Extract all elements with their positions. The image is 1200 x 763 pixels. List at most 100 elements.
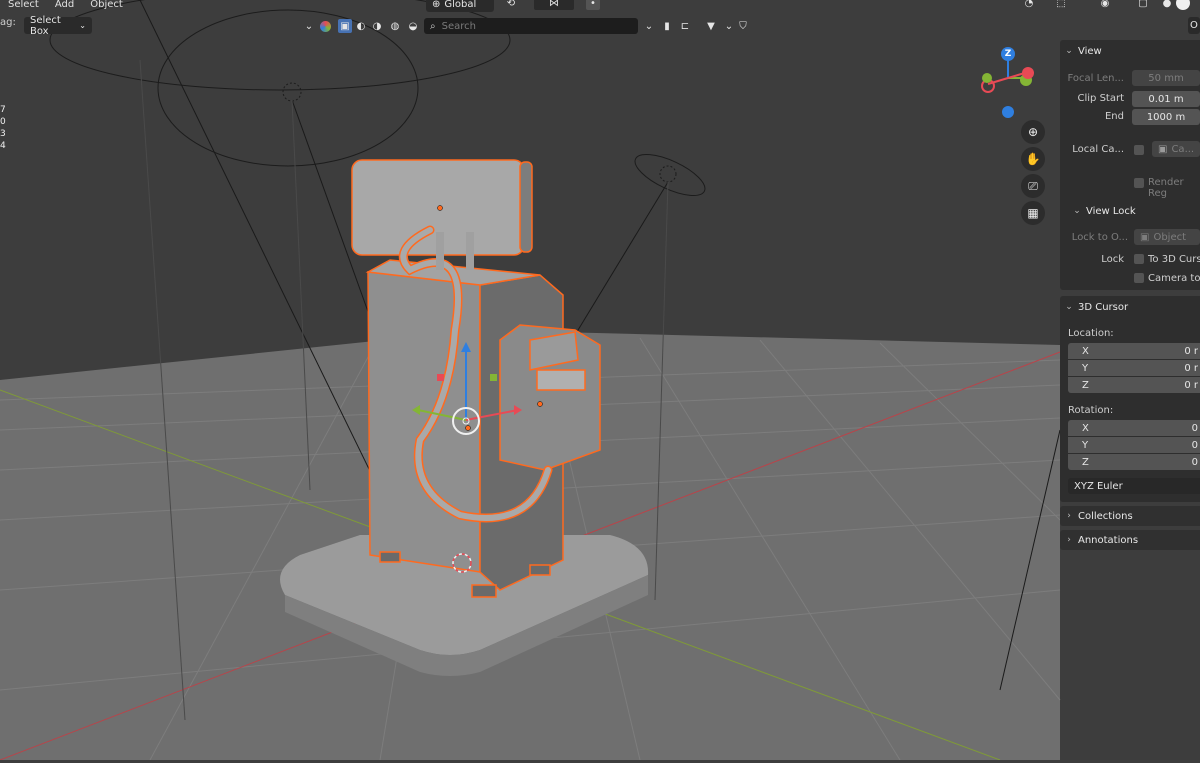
view-section-title: View	[1078, 45, 1102, 57]
lock-to-object-value: Object	[1153, 231, 1187, 243]
view-lock-header[interactable]: ⌄ View Lock	[1068, 200, 1200, 222]
options-button[interactable]: O	[1188, 17, 1200, 34]
axis-label: Z	[1082, 456, 1089, 468]
stat-value: 0	[0, 117, 6, 127]
view-lock-title: View Lock	[1086, 205, 1136, 217]
gizmo-toggle-icon[interactable]: ⬚	[1054, 0, 1068, 10]
material-icon[interactable]: ◑	[370, 19, 384, 33]
collections-section[interactable]: › Collections	[1060, 506, 1200, 526]
chevron-down-icon: ⌄	[79, 21, 86, 30]
select-mode-icon[interactable]: ▣	[338, 19, 352, 33]
zoom-icon[interactable]: ⊕	[1021, 120, 1045, 144]
object-icon: ▣	[1140, 231, 1150, 243]
proportional-edit-icon[interactable]: •	[586, 0, 600, 10]
navigation-gizmo[interactable]: Z	[976, 46, 1040, 118]
chevron-down-icon: ⌄	[1065, 302, 1073, 312]
snap-icon[interactable]: ⋈	[534, 0, 574, 10]
axis-label: X	[1082, 422, 1089, 434]
clip-start-label: Clip Start	[1077, 93, 1125, 104]
hierarchy-icon[interactable]: ⊏	[678, 19, 692, 33]
search-input[interactable]: ⌕ Search	[424, 18, 638, 34]
xray-icon[interactable]: ▢	[1136, 0, 1150, 10]
location-x-field[interactable]: X 0 r	[1068, 343, 1200, 359]
local-camera-value: Ca...	[1171, 143, 1195, 155]
shield-icon[interactable]: ⛉	[736, 19, 750, 33]
focal-length-label: Focal Len...	[1067, 73, 1124, 84]
chevron-right-icon: ›	[1067, 511, 1071, 521]
rotation-label: Rotation:	[1068, 405, 1114, 416]
lock-to-object-field[interactable]: ▣ Object	[1134, 229, 1200, 245]
color-sphere-icon	[318, 19, 332, 33]
stats-overlay: 7 0 3 4	[0, 104, 6, 152]
axis-label: Y	[1082, 439, 1089, 451]
collections-header[interactable]: › Collections	[1060, 505, 1200, 527]
to-3d-cursor-label: To 3D Curs	[1148, 254, 1200, 265]
local-camera-checkbox[interactable]	[1134, 145, 1144, 155]
bookmark-icon[interactable]: ▮	[660, 19, 674, 33]
lock-to-object-label: Lock to O...	[1071, 232, 1128, 243]
stat-value: 4	[0, 141, 6, 151]
annotations-section[interactable]: › Annotations	[1060, 530, 1200, 550]
menu-object[interactable]: Object	[82, 0, 131, 12]
chevron-down-icon: ⌄	[1065, 46, 1073, 56]
camera-object-icon: ▣	[1158, 143, 1168, 155]
location-label: Location:	[1068, 328, 1114, 339]
menu-add[interactable]: Add	[47, 0, 82, 12]
visibility-icon[interactable]: ◔	[1022, 0, 1036, 10]
lock-to-cursor-checkbox[interactable]	[1134, 254, 1144, 264]
object-mode-icon[interactable]: ◐	[354, 19, 368, 33]
orientation-icon: ⊕	[432, 0, 441, 10]
clip-end-field[interactable]: 1000 m	[1132, 109, 1200, 125]
z-axis-label[interactable]: Z	[1001, 47, 1015, 61]
rotation-mode-dropdown[interactable]: XYZ Euler	[1068, 478, 1200, 494]
select-box-dropdown[interactable]: Select Box ⌄	[24, 14, 92, 37]
rotation-z-value: 0	[1191, 456, 1198, 468]
focal-length-field[interactable]: 50 mm	[1132, 70, 1200, 86]
pivot-icon[interactable]: ⟲	[504, 0, 518, 10]
stat-value: 7	[0, 105, 6, 115]
3d-cursor-section: ⌄ 3D Cursor Location: X 0 r Y 0 r Z 0 r Rot…	[1060, 296, 1200, 502]
sidebar-n-panel: ⌄ View Focal Len... 50 mm Clip Start 0.0…	[1060, 38, 1200, 760]
select-box-label: Select Box	[30, 14, 61, 37]
clip-start-field[interactable]: 0.01 m	[1132, 91, 1200, 107]
local-camera-field[interactable]: ▣ Ca...	[1152, 141, 1200, 157]
chevron-down-icon[interactable]: ⌄	[642, 19, 656, 33]
transform-orientation-dropdown[interactable]: ⊕ Global	[426, 0, 494, 12]
menu-select[interactable]: Select	[0, 0, 47, 12]
annotations-title: Annotations	[1078, 534, 1139, 546]
chevron-down-icon: ⌄	[1073, 206, 1081, 216]
render-region-checkbox[interactable]	[1134, 178, 1144, 188]
rotation-y-field[interactable]: Y0	[1068, 437, 1200, 453]
location-z-field[interactable]: Z 0 r	[1068, 377, 1200, 393]
axis-label: X	[1082, 345, 1089, 357]
filter-icon[interactable]: ▼	[704, 19, 718, 33]
3d-cursor-title: 3D Cursor	[1078, 301, 1129, 313]
rendered-icon[interactable]: ◒	[406, 19, 420, 33]
location-z-value: 0 r	[1184, 379, 1198, 391]
location-y-field[interactable]: Y 0 r	[1068, 360, 1200, 376]
search-placeholder: Search	[441, 20, 476, 32]
location-x-value: 0 r	[1184, 345, 1198, 357]
solid-shading-icon[interactable]: ●	[1160, 0, 1174, 10]
chevron-right-icon: ›	[1067, 535, 1071, 545]
hand-icon[interactable]: ✋	[1021, 147, 1045, 171]
rotation-y-value: 0	[1191, 439, 1198, 451]
camera-icon[interactable]: ⎚	[1021, 174, 1045, 198]
view-section: ⌄ View Focal Len... 50 mm Clip Start 0.0…	[1060, 40, 1200, 290]
camera-to-view-checkbox[interactable]	[1134, 273, 1144, 283]
rotation-z-field[interactable]: Z0	[1068, 454, 1200, 470]
camera-to-view-label: Camera to	[1148, 273, 1200, 284]
annotations-header[interactable]: › Annotations	[1060, 529, 1200, 551]
overlay-icon[interactable]: ◉	[1098, 0, 1112, 10]
chevron-down-icon[interactable]: ⌄	[302, 19, 316, 33]
menu-bar: Select Add Object	[0, 0, 130, 12]
world-icon[interactable]: ◍	[388, 19, 402, 33]
location-y-value: 0 r	[1184, 362, 1198, 374]
lock-label: Lock	[1101, 254, 1124, 265]
3d-cursor-header[interactable]: ⌄ 3D Cursor	[1060, 296, 1200, 318]
rotation-x-field[interactable]: X0	[1068, 420, 1200, 436]
view-section-header[interactable]: ⌄ View	[1060, 40, 1200, 62]
chevron-down-icon[interactable]: ⌄	[722, 19, 736, 33]
search-icon: ⌕	[430, 20, 436, 32]
grid-icon[interactable]: ▦	[1021, 201, 1045, 225]
